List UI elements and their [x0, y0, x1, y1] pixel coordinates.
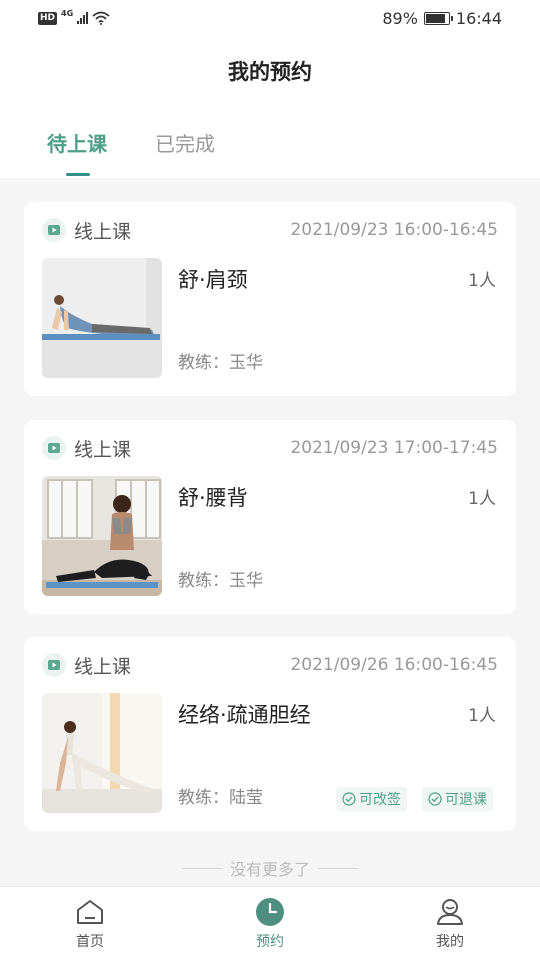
nav-item-profile[interactable]: 我的 — [360, 887, 540, 960]
video-icon — [42, 218, 66, 242]
coach-name: 教练：陆莹 — [178, 788, 263, 808]
appointment-time: 2021/09/26 16:00-16:45 — [290, 655, 498, 675]
coach-name: 教练：玉华 — [178, 571, 263, 591]
tab-bar: 待上课 已完成 — [0, 106, 540, 178]
divider-line — [181, 867, 222, 869]
course-type-label: 线上课 — [74, 220, 132, 243]
check-circle-icon — [428, 792, 442, 806]
appointment-card[interactable]: 线上课 2021/09/23 16:00-16:45 舒·肩颈 1人 教练：玉华 — [24, 202, 516, 396]
status-left: HD 4G — [38, 8, 110, 25]
course-type: 线上课 — [42, 217, 131, 244]
bottom-nav: 首页 预约 我的 — [0, 886, 540, 960]
course-type: 线上课 — [42, 435, 131, 462]
nav-label-booking: 预约 — [256, 934, 284, 950]
course-thumbnail — [42, 258, 162, 378]
participant-count: 1人 — [468, 271, 496, 291]
divider-line — [318, 867, 358, 869]
tab-pending[interactable]: 待上课 — [47, 128, 107, 157]
course-thumbnail — [42, 476, 162, 596]
clock-icon — [256, 898, 284, 926]
course-name: 舒·肩颈 — [178, 268, 248, 292]
hd-badge: HD — [38, 11, 58, 25]
home-icon — [77, 900, 103, 924]
status-right: 89% 16:44 — [382, 9, 502, 28]
page-header: 我的预约 — [0, 36, 540, 106]
course-name: 舒·腰背 — [178, 486, 248, 510]
cancel-label: 可退课 — [445, 792, 487, 808]
battery-icon — [423, 11, 453, 25]
video-icon — [42, 436, 66, 460]
wifi-icon — [92, 11, 110, 25]
cancel-tag[interactable]: 可退课 — [422, 787, 493, 811]
list-end-text: 没有更多了 — [229, 860, 310, 879]
battery-percent: 89% — [382, 8, 418, 28]
page-title: 我的预约 — [228, 60, 312, 84]
video-icon — [42, 653, 66, 677]
network-type: 4G — [61, 8, 74, 18]
nav-item-home[interactable]: 首页 — [0, 887, 180, 960]
tab-indicator — [66, 173, 90, 176]
check-circle-icon — [342, 792, 356, 806]
appointment-time: 2021/09/23 16:00-16:45 — [290, 220, 498, 240]
clock-time: 16:44 — [455, 8, 502, 28]
course-name: 经络·疏通胆经 — [178, 703, 311, 727]
card-header: 线上课 2021/09/26 16:00-16:45 — [42, 651, 498, 679]
coach-name: 教练：玉华 — [178, 353, 263, 373]
nav-label-profile: 我的 — [436, 934, 464, 950]
reschedule-label: 可改签 — [359, 792, 401, 808]
card-header: 线上课 2021/09/23 17:00-17:45 — [42, 434, 498, 462]
signal-icon — [77, 12, 89, 24]
profile-icon — [437, 899, 463, 925]
card-header: 线上课 2021/09/23 16:00-16:45 — [42, 216, 498, 244]
appointment-card[interactable]: 线上课 2021/09/26 16:00-16:45 经络·疏通胆经 1人 教练… — [24, 637, 516, 831]
participant-count: 1人 — [468, 489, 496, 509]
course-thumbnail — [42, 693, 162, 813]
appointment-time: 2021/09/23 17:00-17:45 — [290, 438, 498, 458]
appointment-card[interactable]: 线上课 2021/09/23 17:00-17:45 舒·腰背 1人 教练：玉华 — [24, 420, 516, 614]
course-type-label: 线上课 — [74, 438, 132, 461]
course-type-label: 线上课 — [74, 655, 132, 678]
nav-item-booking[interactable]: 预约 — [180, 887, 360, 960]
course-type: 线上课 — [42, 652, 131, 679]
status-bar: HD 4G 89% 16:44 — [0, 0, 540, 36]
nav-label-home: 首页 — [76, 934, 104, 950]
participant-count: 1人 — [468, 706, 496, 726]
tab-completed[interactable]: 已完成 — [155, 128, 215, 157]
reschedule-tag[interactable]: 可改签 — [336, 787, 407, 811]
list-end-hint: 没有更多了 — [0, 856, 540, 880]
